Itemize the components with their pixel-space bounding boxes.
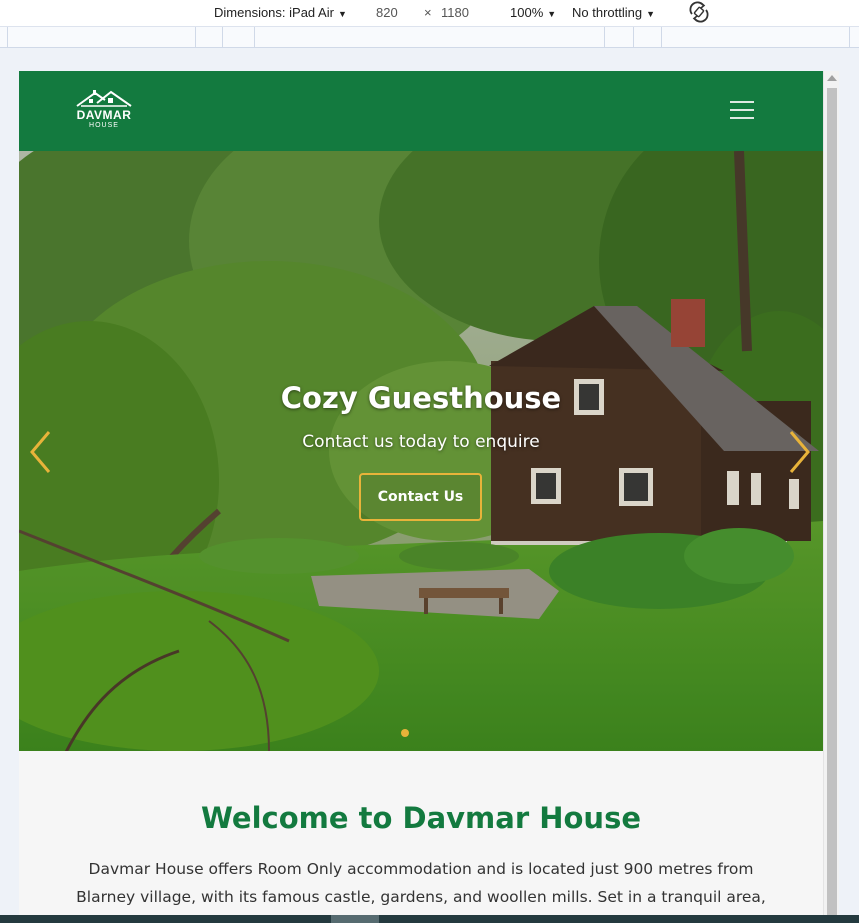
carousel-indicator[interactable] <box>401 729 409 737</box>
page-scrollbar[interactable] <box>823 71 839 923</box>
hero-title: Cozy Guesthouse <box>280 381 562 415</box>
navbar: DAVMAR HOUSE <box>19 71 823 151</box>
welcome-section: Welcome to Davmar House Davmar House off… <box>19 751 823 923</box>
scroll-up-icon[interactable] <box>827 75 837 81</box>
emulated-viewport: DAVMAR HOUSE Cozy Guesthouse Contact us … <box>19 71 823 923</box>
logo-subtitle: HOUSE <box>89 122 119 129</box>
throttling-select-label: No throttling <box>572 5 643 20</box>
scroll-thumb[interactable] <box>827 88 837 918</box>
width-input[interactable]: 820 <box>376 5 398 20</box>
dimension-separator: × <box>424 5 432 20</box>
contact-us-button[interactable]: Contact Us <box>359 473 482 521</box>
height-input[interactable]: 1180 <box>441 5 469 20</box>
device-select[interactable]: Dimensions: iPad Air ▼ <box>214 5 347 20</box>
rotate-icon[interactable] <box>688 1 710 23</box>
devtools-bottom-bar <box>0 915 859 923</box>
media-query-ruler[interactable] <box>0 26 859 48</box>
device-dropdown-icon: ▼ <box>337 9 347 19</box>
bottom-bar-handle[interactable] <box>331 915 379 923</box>
welcome-text: Davmar House offers Room Only accommodat… <box>76 860 766 923</box>
device-select-label: Dimensions: iPad Air <box>214 5 334 20</box>
zoom-select-label: 100% <box>510 5 544 20</box>
throttling-dropdown-icon: ▼ <box>646 9 656 19</box>
site-logo[interactable]: DAVMAR HOUSE <box>73 89 135 137</box>
zoom-dropdown-icon: ▼ <box>547 9 557 19</box>
house-roof-icon <box>76 90 132 107</box>
devtools-toolbar: Dimensions: iPad Air ▼ 820 × 1180 100% ▼ N… <box>0 0 859 26</box>
welcome-title: Welcome to Davmar House <box>200 801 642 835</box>
hero-carousel: Cozy Guesthouse Contact us today to enqu… <box>19 151 823 751</box>
zoom-select[interactable]: 100% ▼ <box>510 5 556 20</box>
hamburger-icon[interactable] <box>727 97 757 123</box>
logo-name: DAVMAR <box>76 108 132 122</box>
hero-subtitle: Contact us today to enquire <box>302 432 540 452</box>
throttling-select[interactable]: No throttling ▼ <box>572 5 655 20</box>
